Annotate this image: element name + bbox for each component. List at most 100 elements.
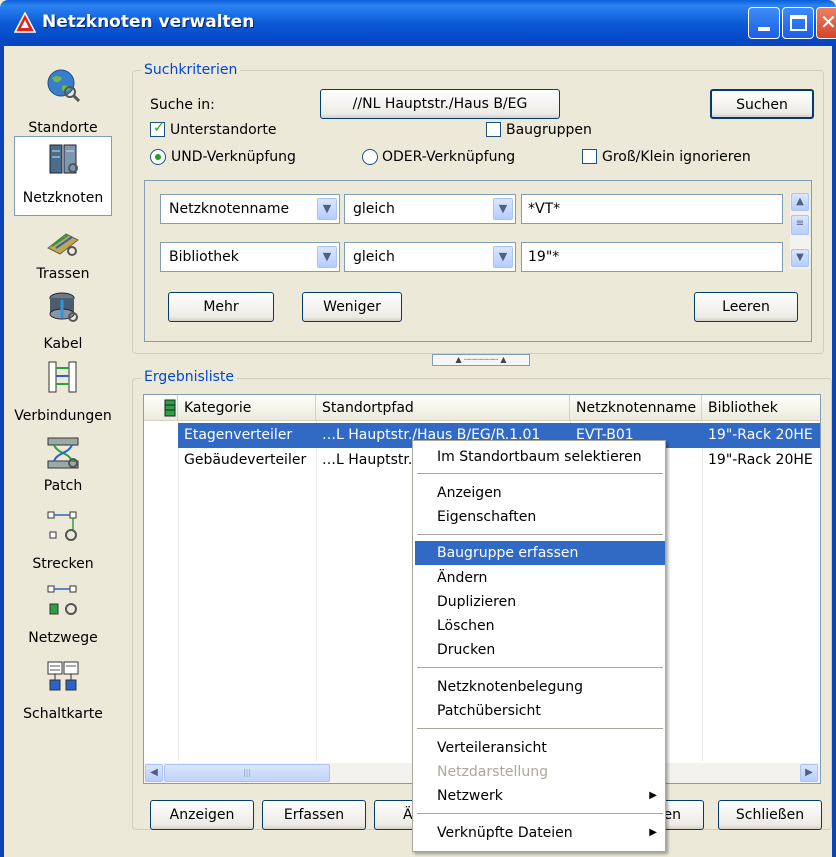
ignore-case-label: Groß/Klein ignorieren [602, 149, 751, 165]
sidebar-item-label: Kabel [43, 336, 83, 352]
location-button[interactable]: //NL Hauptstr./Haus B/EG [320, 89, 560, 119]
menu-item-patch-overview[interactable]: Patchübersicht [415, 699, 665, 723]
menu-item-show[interactable]: Anzeigen [415, 481, 665, 505]
sidebar-item-standorte[interactable]: Standorte [8, 62, 118, 138]
maximize-icon [790, 15, 807, 31]
sidebar-item-netzknoten[interactable]: Netzknoten [8, 136, 118, 216]
scroll-thumb[interactable]: ||| [164, 764, 330, 782]
cell-bibliothek: 19"-Rack 20HE [702, 423, 820, 448]
cell-kategorie: Etagenverteiler [178, 423, 316, 448]
assemblies-checkbox[interactable] [486, 122, 501, 137]
submenu-arrow-icon: ▶ [649, 827, 657, 838]
globe-search-icon [47, 69, 80, 102]
assemblies-label: Baugruppen [506, 122, 592, 138]
menu-separator [417, 813, 663, 814]
more-button[interactable]: Mehr [168, 292, 274, 322]
menu-item-network-display: Netzdarstellung [437, 764, 548, 780]
close-button[interactable]: Schließen [718, 800, 822, 830]
criteria-value-input-2[interactable]: 19"* [521, 242, 783, 272]
sidebar-item-patch[interactable]: Patch [8, 434, 118, 504]
submenu-arrow-icon: ▶ [649, 790, 657, 801]
scroll-left-icon[interactable]: ◀ [145, 764, 163, 782]
and-link-label: UND-Verknüpfung [171, 149, 296, 165]
clear-button[interactable]: Leeren [694, 292, 798, 322]
chevron-down-icon: ▼ [317, 198, 337, 220]
menu-item-distributor-view[interactable]: Verteileransicht [415, 736, 665, 760]
chevron-down-icon: ▼ [317, 246, 337, 268]
check-icon: ✓ [153, 120, 165, 136]
sublocations-checkbox[interactable]: ✓ [150, 120, 165, 137]
sidebar-item-trassen[interactable]: Trassen [8, 222, 118, 292]
window-title: Netzknoten verwalten [42, 12, 255, 32]
or-link-label: ODER-Verknüpfung [382, 149, 516, 165]
sidebar-item-label: Patch [43, 478, 83, 494]
column-header-netzknotenname[interactable]: Netzknotenname [570, 395, 702, 421]
and-link-radio[interactable] [150, 149, 166, 165]
netpath-icon [47, 585, 77, 615]
select-value: Netzknotenname [169, 201, 290, 217]
sidebar-item-netzwege[interactable]: Netzwege [8, 582, 118, 652]
criteria-value-input-1[interactable]: *VT* [521, 194, 783, 224]
splitter-handle[interactable]: ▲ ┈┈┈┈┈┈┈ ▲ [432, 354, 530, 366]
menu-item-delete[interactable]: Löschen [415, 614, 665, 638]
menu-item-duplicate[interactable]: Duplizieren [415, 590, 665, 614]
menu-item-print[interactable]: Drucken [415, 638, 665, 662]
criteria-operator-select-2[interactable]: gleich ▼ [344, 242, 516, 272]
menu-item-node-occupancy[interactable]: Netzknotenbelegung [415, 675, 665, 699]
scroll-down-icon[interactable]: ▼ [791, 249, 809, 267]
sidebar-item-label: Trassen [36, 266, 90, 282]
sidebar-item-label: Schaltkarte [23, 706, 103, 722]
menu-item-network[interactable]: Netzwerk ▶ [415, 784, 665, 808]
search-criteria-title: Suchkriterien [141, 62, 241, 78]
scroll-thumb[interactable]: ≡ [791, 215, 809, 235]
menu-item-properties[interactable]: Eigenschaften [415, 505, 665, 529]
less-button[interactable]: Weniger [302, 292, 402, 322]
results-title: Ergebnisliste [141, 369, 237, 385]
search-button[interactable]: Suchen [710, 89, 814, 119]
criteria-field-select-1[interactable]: Netzknotenname ▼ [160, 194, 340, 224]
sidebar-item-label: Netzwege [28, 630, 98, 646]
menu-separator [417, 728, 663, 729]
sidebar-item-label: Standorte [28, 120, 98, 136]
menu-item-select-in-tree[interactable]: Im Standortbaum selektieren [415, 445, 665, 469]
column-header-bibliothek[interactable]: Bibliothek [702, 395, 820, 421]
cable-drum-icon [49, 292, 78, 322]
menu-item-add-assembly[interactable]: Baugruppe erfassen [415, 541, 665, 565]
criteria-scrollbar[interactable]: ▲ ≡ ▼ [790, 193, 810, 269]
column-header-kategorie[interactable]: Kategorie [178, 395, 316, 421]
maximize-button[interactable] [782, 7, 814, 39]
menu-separator [417, 534, 663, 535]
scroll-right-icon[interactable]: ▶ [800, 764, 818, 782]
minimize-button[interactable] [748, 7, 780, 39]
ignore-case-checkbox[interactable] [582, 149, 597, 164]
cell-bibliothek: 19"-Rack 20HE [708, 452, 813, 468]
sidebar-item-verbindungen[interactable]: Verbindungen [8, 360, 118, 430]
sidebar-item-kabel[interactable]: Kabel [8, 290, 118, 360]
route-icon [47, 511, 77, 541]
create-button[interactable]: Erfassen [262, 800, 366, 830]
chevron-down-icon: ▼ [493, 246, 513, 268]
close-window-button[interactable]: ✕ [816, 7, 836, 39]
menu-item-change[interactable]: Ändern [415, 566, 665, 590]
cell-kategorie: Gebäudeverteiler [184, 452, 307, 468]
chevron-down-icon: ▼ [493, 198, 513, 220]
criteria-operator-select-1[interactable]: gleich ▼ [344, 194, 516, 224]
title-bar[interactable]: Netzknoten verwalten ✕ [0, 0, 836, 46]
menu-separator [417, 667, 663, 668]
scroll-up-icon[interactable]: ▲ [791, 193, 809, 211]
connections-icon [48, 361, 77, 393]
sidebar-item-label: Netzknoten [22, 190, 104, 206]
sidebar-item-schaltkarte[interactable]: Schaltkarte [8, 658, 118, 728]
show-button[interactable]: Anzeigen [150, 800, 254, 830]
column-header-standortpfad[interactable]: Standortpfad [316, 395, 570, 421]
menu-item-linked-files[interactable]: Verknüpfte Dateien ▶ [415, 821, 665, 845]
patch-icon [47, 437, 79, 469]
context-menu: Im Standortbaum selektieren Anzeigen Eig… [412, 440, 666, 852]
or-link-radio[interactable] [362, 149, 378, 165]
circuit-map-icon [47, 661, 79, 691]
select-value: Bibliothek [169, 249, 239, 265]
sidebar-item-strecken[interactable]: Strecken [8, 508, 118, 578]
sidebar-item-label: Verbindungen [14, 408, 112, 424]
table-header: Kategorie Standortpfad Netzknotenname Bi… [144, 395, 820, 421]
criteria-field-select-2[interactable]: Bibliothek ▼ [160, 242, 340, 272]
